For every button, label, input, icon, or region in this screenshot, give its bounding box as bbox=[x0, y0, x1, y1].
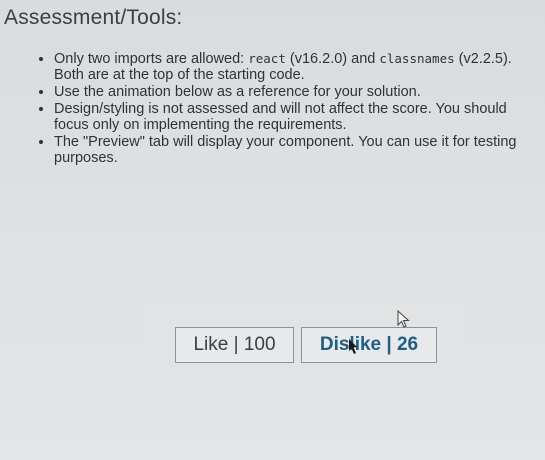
requirements-list: Only two imports are allowed: react (v16… bbox=[34, 50, 544, 166]
list-item: Use the animation below as a reference f… bbox=[54, 83, 544, 100]
inline-code: classnames bbox=[379, 51, 455, 66]
list-item: Design/styling is not assessed and will … bbox=[54, 100, 544, 133]
arrow-cursor-icon bbox=[397, 310, 410, 328]
like-button[interactable]: Like | 100 bbox=[175, 327, 294, 363]
requirement-text: Only two imports are allowed: bbox=[54, 51, 249, 67]
list-item: Only two imports are allowed: react (v16… bbox=[54, 50, 544, 83]
dislike-button[interactable]: Dislike | 26 bbox=[301, 327, 437, 363]
page-title: Assessment/Tools: bbox=[4, 6, 183, 29]
requirement-text: (v16.2.0) and bbox=[285, 51, 380, 67]
text-cursor-icon bbox=[349, 339, 357, 354]
inline-code: react bbox=[248, 51, 286, 66]
page-background: Assessment/Tools: Only two imports are a… bbox=[0, 0, 545, 460]
list-item: The "Preview" tab will display your comp… bbox=[54, 133, 544, 166]
